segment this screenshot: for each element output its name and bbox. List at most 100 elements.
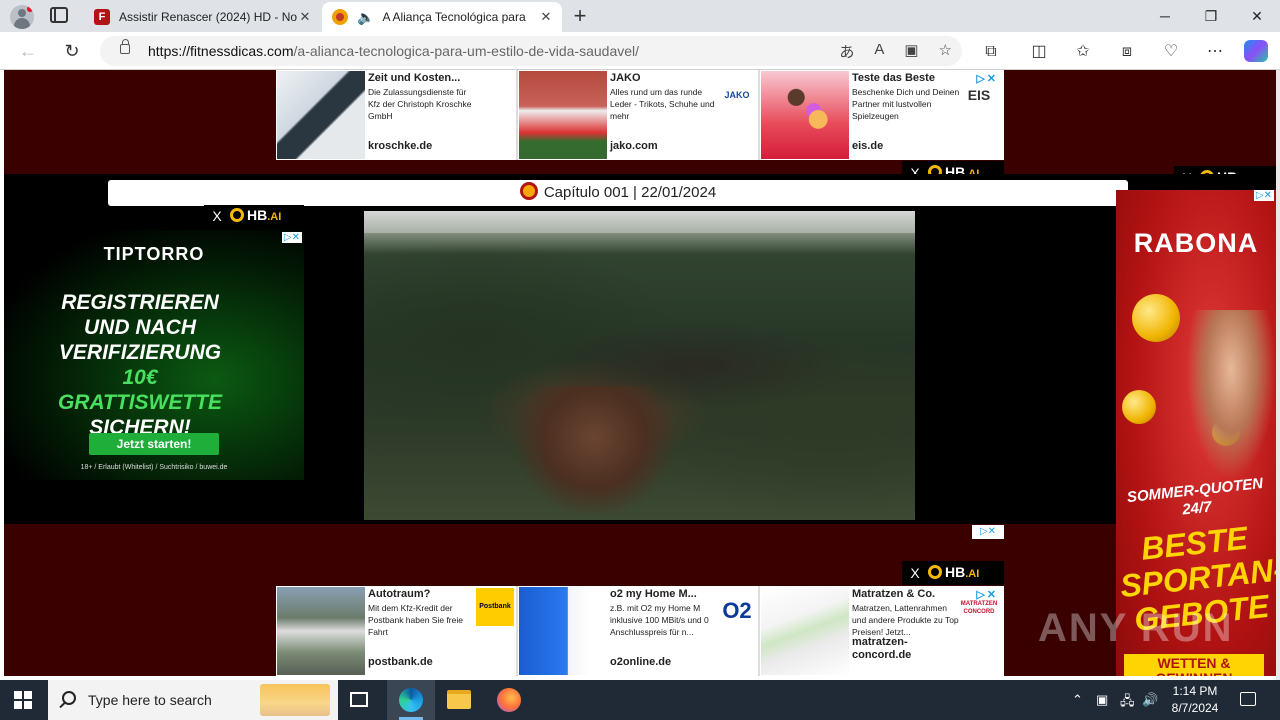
speaker-icon[interactable]: 🔈 [357, 9, 374, 26]
ad-logo: O2 [722, 598, 752, 623]
edge-taskbar-icon[interactable] [387, 680, 435, 720]
translate-icon[interactable]: あ [839, 41, 854, 62]
copilot-icon[interactable] [1244, 40, 1268, 62]
ad-card[interactable]: Matratzen & Co. Matratzen, Lattenrahmen … [760, 586, 1002, 676]
ad-title: JAKO [610, 72, 641, 84]
url-text[interactable]: https://fitnessdicas.com/a-alianca-tecno… [148, 43, 639, 59]
address-bar[interactable]: https://fitnessdicas.com/a-alianca-tecno… [100, 36, 962, 66]
episode-icon [519, 182, 538, 200]
bottom-ad-strip[interactable]: Autotraum? Mit dem Kfz-Kredit der Postba… [276, 586, 1004, 676]
top-ad-strip[interactable]: Zeit und Kosten... Die Zulassungsdienste… [276, 70, 1004, 160]
new-tab-icon[interactable]: + [570, 4, 590, 28]
collections-icon[interactable]: ⧈ [1116, 41, 1138, 63]
lock-icon[interactable] [120, 39, 130, 54]
adchoices-icon[interactable]: ▷✕ [976, 72, 998, 85]
hb-ad-bar: X HB.AI [204, 205, 304, 227]
ad-image [761, 71, 849, 159]
address-toolbar: ← ↻ https://fitnessdicas.com/a-alianca-t… [0, 32, 1280, 70]
tab-title: A Aliança Tecnológica para [382, 10, 526, 24]
close-ad-icon[interactable]: X [204, 204, 230, 228]
tiptorro-ad[interactable]: TIPTORRO REGISTRIEREN UND NACH VERIFIZIE… [4, 230, 304, 480]
search-placeholder: Type here to search [88, 692, 212, 708]
immersive-reader-icon[interactable]: ▣ [904, 41, 918, 62]
ad-image [519, 587, 607, 675]
file-explorer-icon[interactable] [435, 680, 483, 720]
tab-strip: F Assistir Renascer (2024) HD - Nov ✕ 🔈 … [0, 0, 1280, 32]
ad-card[interactable]: o2 my Home M... z.B. mit O2 my Home M in… [518, 586, 760, 676]
ad-domain: jako.com [610, 140, 658, 152]
adchoices-icon[interactable]: ▷✕ [1253, 190, 1274, 201]
tab-actions-icon[interactable] [50, 7, 68, 23]
close-ad-icon[interactable]: X [902, 561, 928, 585]
network-icon[interactable]: 🖧 [1120, 692, 1135, 714]
ad-cta-button[interactable]: Jetzt starten! [89, 433, 219, 455]
show-hidden-icons-icon[interactable]: ⌃ [1072, 692, 1083, 708]
coin-image [1122, 390, 1156, 424]
coin-image [1132, 294, 1180, 342]
favorites-icon[interactable]: ✩ [1072, 41, 1094, 63]
clock[interactable]: 1:14 PM 8/7/2024 [1160, 683, 1230, 717]
close-tab-icon[interactable]: ✕ [538, 9, 554, 25]
search-icon [62, 691, 76, 705]
minimize-icon[interactable]: ─ [1142, 0, 1188, 32]
ad-headline: REGISTRIEREN UND NACH VERIFIZIERUNG 10€ … [57, 291, 223, 439]
video-river [514, 386, 674, 516]
anyrun-watermark: ANY RUN [1038, 606, 1234, 650]
ad-domain: kroschke.de [368, 140, 433, 152]
video-player[interactable] [364, 211, 915, 520]
close-tab-icon[interactable]: ✕ [297, 9, 313, 25]
ad-image [519, 71, 607, 159]
scrollbar[interactable] [1276, 70, 1280, 680]
adchoices-icon[interactable]: ▷✕ [972, 525, 1004, 539]
ad-title: Teste das Beste [852, 72, 935, 84]
ad-card[interactable]: Teste das Beste Beschenke Dich und Deine… [760, 70, 1002, 160]
episode-title: Capítulo 001 | 22/01/2024 [543, 184, 717, 201]
refresh-icon[interactable]: ↻ [61, 40, 83, 62]
task-view-icon[interactable] [336, 680, 384, 720]
ad-brand: TIPTORRO [103, 244, 205, 264]
site-favicon-icon: F [94, 9, 110, 25]
restore-icon[interactable]: ❐ [1188, 0, 1234, 32]
ad-domain: matratzen-concord.de [852, 636, 912, 661]
ad-image [761, 587, 849, 675]
device-icon[interactable]: ▣ [1096, 692, 1108, 708]
favorite-star-icon[interactable]: ☆ [939, 41, 952, 62]
adchoices-icon[interactable]: ▷✕ [281, 232, 302, 243]
ad-logo: JAKO [724, 90, 750, 100]
volume-icon[interactable]: 🔊 [1142, 692, 1158, 708]
windows-start-icon[interactable] [14, 691, 32, 709]
ad-logo: MATRATZEN CONCORD [960, 601, 998, 615]
rabona-ad[interactable]: ▷✕ RABONA SOMMER-QUOTEN 24/7 BESTE SPORT… [1116, 190, 1276, 676]
split-screen-icon[interactable]: ◫ [1028, 41, 1050, 63]
browser-essentials-icon[interactable]: ♡ [1160, 41, 1182, 63]
extensions-icon[interactable]: ⧉ [980, 41, 1002, 63]
ad-cta-button[interactable]: WETTEN & GEWINNEN [1124, 654, 1264, 676]
ad-card[interactable]: Autotraum? Mit dem Kfz-Kredit der Postba… [276, 586, 518, 676]
ad-domain: eis.de [852, 140, 884, 152]
more-menu-icon[interactable]: ⋯ [1204, 41, 1226, 63]
ad-domain: o2online.de [610, 656, 672, 668]
ad-description: Alles rund um das runde Leder - Trikots,… [610, 87, 715, 121]
close-window-icon[interactable]: ✕ [1234, 0, 1280, 32]
notification-icon[interactable] [1240, 692, 1256, 706]
profile-avatar-icon[interactable] [10, 5, 34, 29]
ad-title: Matratzen & Co. [852, 588, 936, 600]
ad-description: Die Zulassungsdienste für Kfz der Christ… [368, 87, 472, 121]
ad-description: Matratzen, Lattenrahmen und andere Produ… [852, 603, 959, 637]
ad-card[interactable]: JAKO Alles rund um das runde Leder - Tri… [518, 70, 760, 160]
read-aloud-icon[interactable]: A [874, 41, 884, 62]
ad-title: Zeit und Kosten... [368, 72, 461, 84]
page-body: Zeit und Kosten... Die Zulassungsdienste… [4, 70, 1276, 676]
adchoices-icon[interactable]: ▷✕ [976, 588, 998, 601]
firefox-icon[interactable] [485, 680, 533, 720]
ad-subheadline: SOMMER-QUOTEN 24/7 [1126, 474, 1264, 519]
ad-brand: RABONA [1133, 228, 1259, 258]
ad-description: z.B. mit O2 my Home M inklusive 100 MBit… [610, 603, 709, 637]
ad-card[interactable]: Zeit und Kosten... Die Zulassungsdienste… [276, 70, 518, 160]
tab-alianca-active[interactable]: 🔈 A Aliança Tecnológica para ✕ [322, 2, 562, 32]
back-icon[interactable]: ← [17, 40, 39, 62]
ad-image [277, 587, 365, 675]
taskbar-search[interactable]: Type here to search [48, 680, 338, 720]
tab-renascer[interactable]: F Assistir Renascer (2024) HD - Nov ✕ [84, 2, 321, 32]
ad-person-image [1186, 310, 1276, 480]
